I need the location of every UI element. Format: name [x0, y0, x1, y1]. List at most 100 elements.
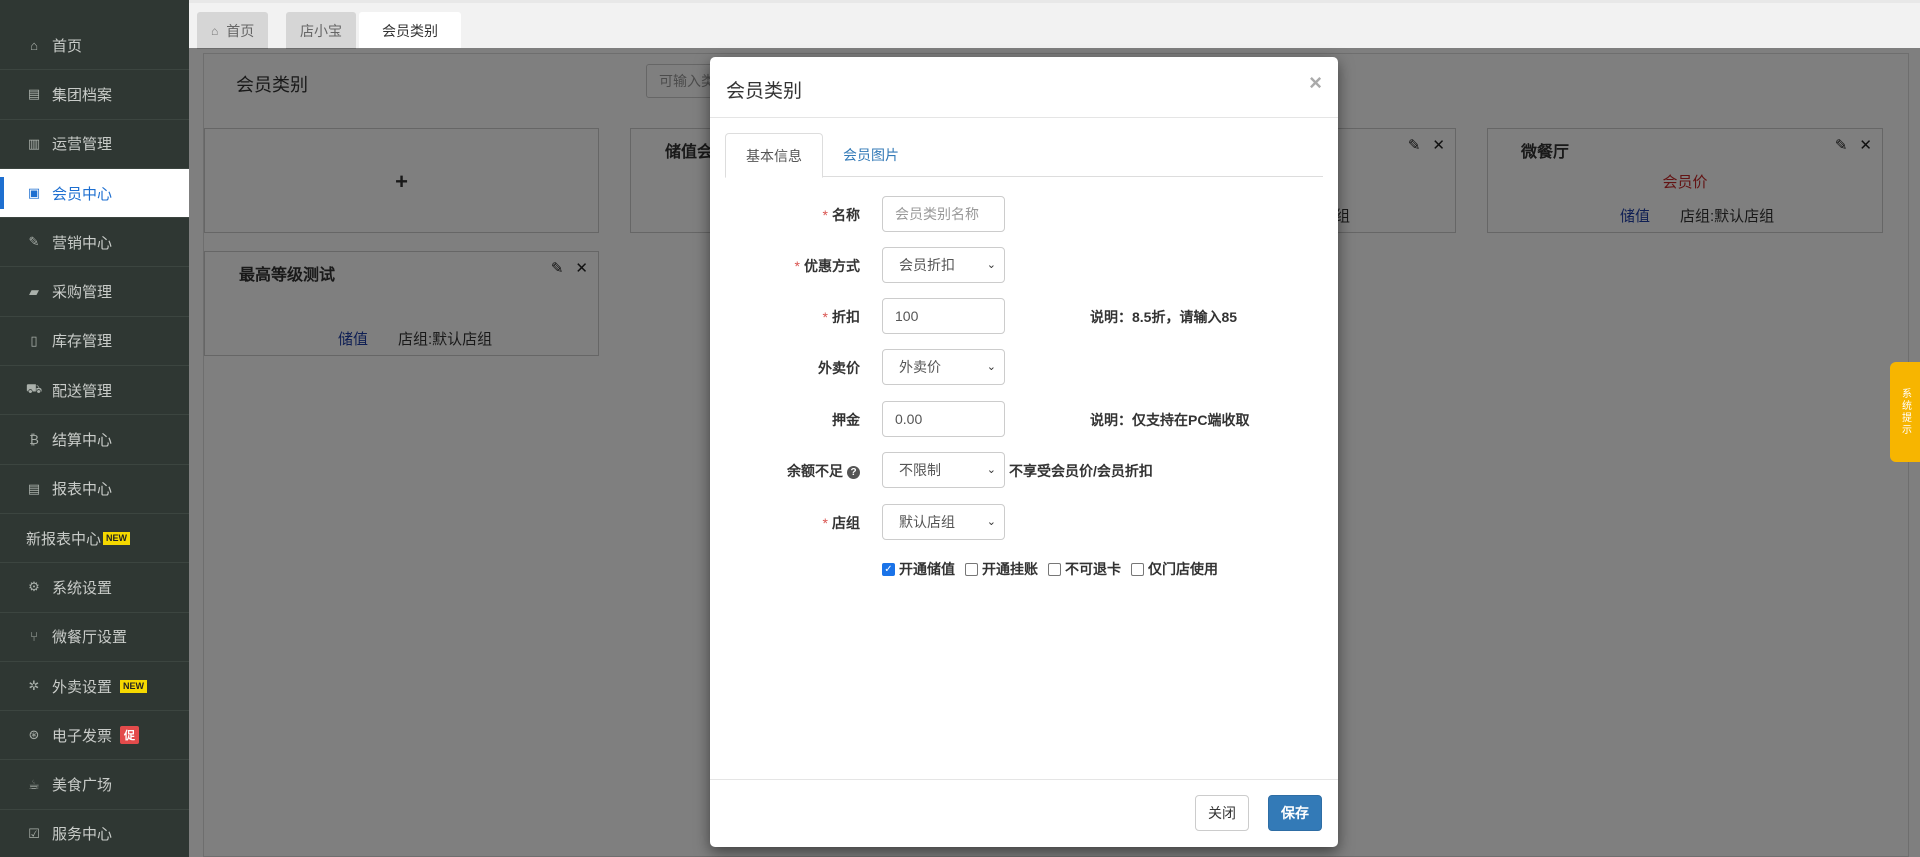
new-badge: NEW	[103, 531, 131, 545]
sidebar-item-delivery[interactable]: ⛟ 配送管理	[0, 366, 189, 416]
insufficient-balance-label: 余额不足?	[787, 461, 860, 481]
sidebar-item-reports[interactable]: ▤ 报表中心	[0, 465, 189, 514]
modal-title: 会员类别	[726, 81, 803, 102]
file-icon: ▤	[27, 86, 41, 102]
sidebar-item-operations[interactable]: ▥ 运营管理	[0, 120, 189, 169]
ticket-icon: ⊛	[28, 727, 40, 743]
option-checkboxes: ✓ 开通储值 开通挂账 不可退卡 仅门店使用	[882, 559, 1218, 579]
sidebar-item-label: 微餐厅设置	[52, 629, 128, 647]
form-row-deposit: 押金 0.00 说明：仅支持在PC端收取	[710, 401, 1338, 437]
sidebar-item-settlement[interactable]: ₿ 结算中心	[0, 415, 189, 465]
sidebar-item-purchasing[interactable]: ▰ 采购管理	[0, 267, 189, 317]
sidebar-item-e-invoice[interactable]: ⊛ 电子发票 促	[0, 711, 189, 761]
chevron-down-icon: ⌄	[986, 516, 996, 528]
bitcoin-icon: ₿	[29, 432, 39, 448]
sidebar-item-micro-restaurant[interactable]: ⑂ 微餐厅设置	[0, 613, 189, 662]
discount-mode-label: * 优惠方式	[794, 258, 860, 274]
sidebar-item-inventory[interactable]: ▯ 库存管理	[0, 317, 189, 367]
sidebar-item-label: 首页	[52, 37, 83, 55]
insufficient-balance-select[interactable]: 不限制 ⌄	[882, 452, 1005, 488]
book-icon: ▰	[29, 283, 39, 299]
sidebar-item-service-center[interactable]: ☑ 服务中心	[0, 810, 189, 857]
name-input[interactable]: 会员类别名称	[882, 196, 1005, 232]
form-row-discount-mode: * 优惠方式 会员折扣 ⌄	[710, 247, 1338, 283]
store-group-select[interactable]: 默认店组 ⌄	[882, 504, 1005, 540]
sidebar-item-label: 配送管理	[52, 382, 113, 400]
tab-dianxiaobao[interactable]: 店小宝	[286, 12, 356, 49]
required-mark: *	[822, 515, 828, 531]
close-icon[interactable]: ×	[1309, 70, 1322, 96]
sidebar-item-takeout-settings[interactable]: ✲ 外卖设置 NEW	[0, 662, 189, 712]
tab-member-category[interactable]: 会员类别	[359, 12, 461, 49]
discount-label: * 折扣	[822, 309, 860, 325]
deposit-hint: 说明：仅支持在PC端收取	[1090, 412, 1250, 428]
sidebar-item-label: 集团档案	[52, 86, 113, 104]
truck-icon: ⛟	[25, 381, 43, 397]
non-refundable-checkbox[interactable]: 不可退卡	[1048, 559, 1121, 579]
sidebar-item-label: 美食广场	[52, 777, 113, 795]
discount-mode-select[interactable]: 会员折扣 ⌄	[882, 247, 1005, 283]
sidebar-item-label: 营销中心	[52, 234, 113, 252]
chevron-down-icon: ⌄	[986, 464, 996, 476]
tab-home[interactable]: ⌂ 首页	[197, 12, 269, 49]
checkbox-icon	[965, 562, 978, 576]
name-label: * 名称	[822, 207, 860, 223]
bar-chart-icon: ▥	[27, 135, 41, 151]
sidebar-item-label: 新报表中心	[26, 530, 102, 548]
cogs-icon: ⚙	[28, 579, 40, 595]
open-credit-checkbox[interactable]: 开通挂账	[965, 559, 1038, 579]
cutlery-icon: ⑂	[30, 629, 38, 645]
tab-member-image[interactable]: 会员图片	[823, 133, 919, 177]
close-button[interactable]: 关闭	[1195, 795, 1249, 831]
deposit-input[interactable]: 0.00	[882, 401, 1005, 437]
checkbox-icon	[1131, 562, 1144, 576]
modal-footer: 关闭 保存	[710, 779, 1338, 847]
building-icon: ▯	[30, 332, 38, 348]
sidebar-item-label: 系统设置	[52, 579, 113, 597]
tab-label: 会员类别	[382, 22, 438, 39]
sidebar-item-marketing[interactable]: ✎ 营销中心	[0, 218, 189, 268]
sidebar-item-home[interactable]: ⌂ 首页	[0, 21, 189, 71]
save-button[interactable]: 保存	[1268, 795, 1322, 831]
sidebar-item-label: 报表中心	[52, 481, 113, 499]
sidebar: ⌂ 首页 ▤ 集团档案 ▥ 运营管理 ▣ 会员中心 ✎ 营销中心 ▰ 采购管理 …	[0, 0, 189, 857]
id-card-icon: ▣	[27, 185, 41, 201]
sidebar-item-label: 库存管理	[52, 333, 113, 351]
tab-label: 首页	[226, 22, 255, 39]
tab-label: 店小宝	[300, 22, 342, 39]
tab-basic-info[interactable]: 基本信息	[725, 133, 823, 178]
promo-badge: 促	[120, 726, 140, 745]
coffee-icon: ☕	[28, 776, 40, 792]
discount-input[interactable]: 100	[882, 298, 1005, 334]
form-row-name: * 名称 会员类别名称	[710, 196, 1338, 232]
modal-header: 会员类别 ×	[710, 57, 1338, 118]
required-mark: *	[794, 258, 800, 274]
sidebar-item-new-reports[interactable]: 新报表中心 NEW	[0, 514, 189, 564]
discount-hint: 说明：8.5折，请输入85	[1090, 309, 1238, 325]
question-icon[interactable]: ?	[847, 465, 860, 479]
sidebar-item-label: 会员中心	[52, 185, 113, 203]
sidebar-item-group-archive[interactable]: ▤ 集团档案	[0, 70, 189, 120]
check-square-icon: ☑	[28, 825, 40, 841]
store-only-checkbox[interactable]: 仅门店使用	[1131, 559, 1218, 579]
required-mark: *	[822, 207, 828, 223]
required-mark: *	[822, 309, 828, 325]
modal-tabs: 基本信息 会员图片	[725, 133, 1323, 178]
sidebar-item-label: 服务中心	[52, 826, 113, 844]
sidebar-item-system-settings[interactable]: ⚙ 系统设置	[0, 563, 189, 613]
sidebar-item-label: 运营管理	[52, 136, 113, 154]
takeout-price-label: 外卖价	[818, 360, 860, 376]
system-tip-tab[interactable]: 系统提示	[1890, 362, 1920, 462]
sidebar-item-food-court[interactable]: ☕ 美食广场	[0, 760, 189, 810]
takeout-price-select[interactable]: 外卖价 ⌄	[882, 349, 1005, 385]
form-row-discount: * 折扣 100 说明：8.5折，请输入85	[710, 298, 1338, 334]
sidebar-item-label: 结算中心	[52, 432, 113, 450]
tab-bar: ⌂ 首页 店小宝 会员类别	[189, 0, 1920, 49]
form-row-store-group: * 店组 默认店组 ⌄	[710, 504, 1338, 540]
insufficient-balance-hint: 不享受会员价/会员折扣	[1009, 463, 1153, 479]
sidebar-item-member-center[interactable]: ▣ 会员中心	[0, 168, 189, 219]
open-stored-value-checkbox[interactable]: ✓ 开通储值	[882, 559, 955, 579]
new-badge: NEW	[120, 679, 148, 693]
sidebar-item-label: 电子发票	[52, 727, 113, 745]
store-group-label: * 店组	[822, 515, 860, 531]
